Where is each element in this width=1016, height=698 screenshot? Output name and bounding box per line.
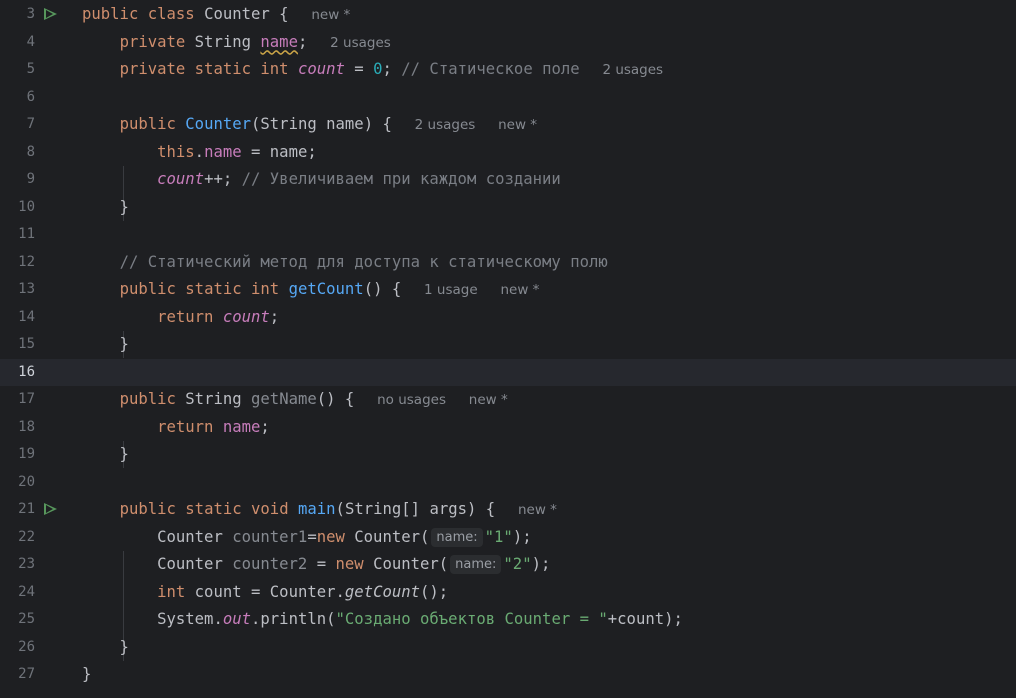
code-line[interactable]: 12 // Статический метод для доступа к ст… [0, 249, 1016, 277]
line-number: 22 [18, 528, 35, 545]
line-number: 3 [26, 6, 35, 22]
new-hint[interactable]: new * [469, 392, 508, 408]
line-number: 11 [18, 226, 35, 242]
code-editor[interactable]: 3 public class Counter { new * 4 private… [0, 0, 1016, 698]
line-number: 13 [18, 281, 35, 297]
run-icon[interactable] [44, 503, 57, 515]
code-line[interactable]: 18 return name; [0, 414, 1016, 442]
usages-hint[interactable]: 1 usage [424, 282, 478, 298]
line-number: 14 [18, 308, 35, 325]
usages-hint[interactable]: 2 usages [415, 117, 476, 133]
code-line[interactable]: 8 this.name = name; [0, 139, 1016, 167]
code-line[interactable]: 11 [0, 221, 1016, 249]
line-number: 6 [26, 88, 35, 105]
code-line[interactable]: 3 public class Counter { new * [0, 1, 1016, 29]
code-line[interactable]: 25 System.out.println("Создано объектов … [0, 606, 1016, 634]
run-icon[interactable] [44, 8, 57, 20]
code-line[interactable]: 21 public static void main(String[] args… [0, 496, 1016, 524]
line-number: 8 [26, 143, 35, 160]
code-line[interactable]: 19 } [0, 441, 1016, 469]
code-line[interactable]: 13 public static int getCount() { 1 usag… [0, 276, 1016, 304]
field-name-warning[interactable]: name [260, 33, 298, 51]
new-hint[interactable]: new * [311, 7, 350, 23]
new-hint[interactable]: new * [498, 117, 537, 133]
line-number: 15 [18, 336, 35, 352]
code-line[interactable]: 9 count++; // Увеличиваем при каждом соз… [0, 166, 1016, 194]
parameter-hint: name: [431, 527, 483, 547]
line-number: 24 [18, 583, 35, 600]
line-number: 23 [18, 556, 35, 572]
code-line[interactable]: 26 } [0, 634, 1016, 662]
code-line[interactable]: 24 int count = Counter.getCount(); [0, 579, 1016, 607]
line-number: 16 [18, 363, 35, 380]
code-line[interactable]: 23 Counter counter2 = new Counter(name: "… [0, 551, 1016, 579]
line-number: 10 [18, 198, 35, 215]
new-hint[interactable]: new * [518, 502, 557, 518]
line-number: 9 [26, 171, 35, 187]
usages-hint[interactable]: 2 usages [330, 35, 391, 51]
code-line[interactable]: 6 [0, 84, 1016, 112]
code-line[interactable]: 27 } [0, 661, 1016, 689]
line-number: 25 [18, 611, 35, 627]
code-line[interactable]: 5 private static int count = 0; // Стати… [0, 56, 1016, 84]
code-line[interactable]: 22 Counter counter1=new Counter(name: "1"… [0, 524, 1016, 552]
line-number: 5 [26, 61, 35, 77]
parameter-hint: name: [450, 555, 502, 574]
line-number: 7 [26, 116, 35, 132]
new-hint[interactable]: new * [500, 282, 539, 298]
line-number: 4 [26, 33, 35, 50]
code-line[interactable]: 4 private String name; 2 usages [0, 29, 1016, 57]
usages-hint[interactable]: 2 usages [602, 62, 663, 78]
line-number: 12 [18, 253, 35, 270]
code-line[interactable]: 17 public String getName() { no usages n… [0, 386, 1016, 414]
usages-hint[interactable]: no usages [377, 392, 446, 408]
line-number: 18 [18, 418, 35, 435]
line-number: 26 [18, 638, 35, 655]
line-number: 17 [18, 391, 35, 407]
line-number: 27 [18, 666, 35, 682]
code-line[interactable]: 15 } [0, 331, 1016, 359]
code-line[interactable]: 14 return count; [0, 304, 1016, 332]
code-line[interactable]: 7 public Counter(String name) { 2 usages… [0, 111, 1016, 139]
line-number: 21 [18, 501, 35, 517]
line-number: 20 [18, 473, 35, 490]
line-number: 19 [18, 446, 35, 462]
code-line[interactable]: 10 } [0, 194, 1016, 222]
code-line[interactable]: 20 [0, 469, 1016, 497]
current-code-line[interactable]: 16 [0, 358, 1016, 386]
